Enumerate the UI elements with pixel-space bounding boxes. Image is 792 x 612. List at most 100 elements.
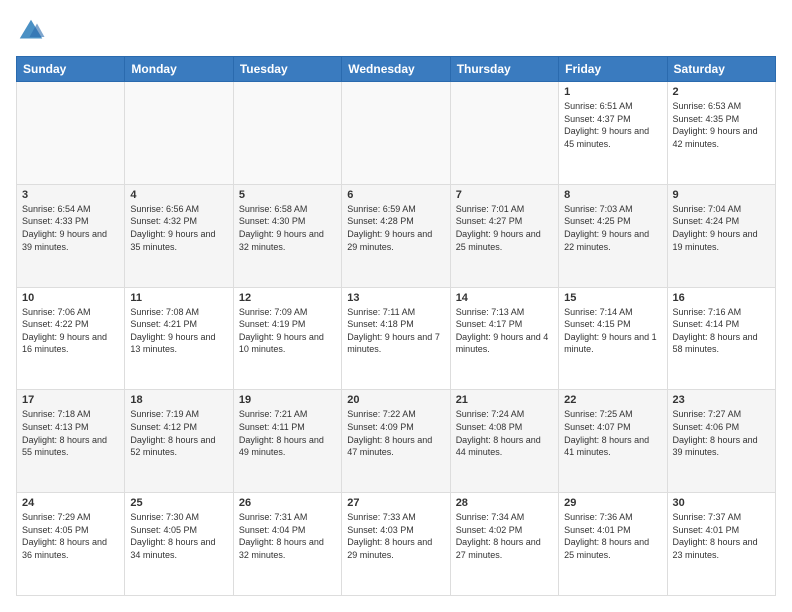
day-number: 16 [673,292,770,304]
calendar-cell: 16 Sunrise: 7:16 AM Sunset: 4:14 PM Dayli… [667,287,775,390]
calendar-cell: 17 Sunrise: 7:18 AM Sunset: 4:13 PM Dayli… [17,390,125,493]
calendar-cell: 12 Sunrise: 7:09 AM Sunset: 4:19 PM Dayli… [233,287,341,390]
day-info: Sunrise: 7:19 AM Sunset: 4:12 PM Dayligh… [130,408,227,458]
day-number: 1 [564,86,661,98]
day-info: Sunrise: 7:06 AM Sunset: 4:22 PM Dayligh… [22,306,119,356]
day-info: Sunrise: 7:09 AM Sunset: 4:19 PM Dayligh… [239,306,336,356]
calendar-cell: 30 Sunrise: 7:37 AM Sunset: 4:01 PM Dayli… [667,493,775,596]
day-number: 15 [564,292,661,304]
day-number: 8 [564,189,661,201]
calendar-week-row: 17 Sunrise: 7:18 AM Sunset: 4:13 PM Dayli… [17,390,776,493]
day-info: Sunrise: 7:30 AM Sunset: 4:05 PM Dayligh… [130,511,227,561]
day-info: Sunrise: 6:51 AM Sunset: 4:37 PM Dayligh… [564,100,661,150]
logo [16,16,50,46]
calendar-cell: 23 Sunrise: 7:27 AM Sunset: 4:06 PM Dayli… [667,390,775,493]
day-number: 30 [673,497,770,509]
calendar-day-header: Friday [559,57,667,82]
day-number: 25 [130,497,227,509]
day-info: Sunrise: 6:53 AM Sunset: 4:35 PM Dayligh… [673,100,770,150]
calendar-cell: 9Sunrise: 7:04 AM Sunset: 4:24 PM Daylig… [667,184,775,287]
page: SundayMondayTuesdayWednesdayThursdayFrid… [0,0,792,612]
day-number: 26 [239,497,336,509]
calendar-cell: 4Sunrise: 6:56 AM Sunset: 4:32 PM Daylig… [125,184,233,287]
calendar-cell: 2 Sunrise: 6:53 AM Sunset: 4:35 PM Daylig… [667,82,775,185]
calendar-cell: 11 Sunrise: 7:08 AM Sunset: 4:21 PM Dayli… [125,287,233,390]
header [16,16,776,46]
day-number: 22 [564,394,661,406]
calendar-cell: 1 Sunrise: 6:51 AM Sunset: 4:37 PM Daylig… [559,82,667,185]
day-info: Sunrise: 6:59 AM Sunset: 4:28 PM Dayligh… [347,203,444,253]
day-number: 23 [673,394,770,406]
day-number: 7 [456,189,553,201]
day-info: Sunrise: 7:33 AM Sunset: 4:03 PM Dayligh… [347,511,444,561]
calendar-cell: 7 Sunrise: 7:01 AM Sunset: 4:27 PM Daylig… [450,184,558,287]
day-info: Sunrise: 7:36 AM Sunset: 4:01 PM Dayligh… [564,511,661,561]
calendar-cell: 25 Sunrise: 7:30 AM Sunset: 4:05 PM Dayli… [125,493,233,596]
calendar-cell: 26 Sunrise: 7:31 AM Sunset: 4:04 PM Dayli… [233,493,341,596]
calendar-cell: 14 Sunrise: 7:13 AM Sunset: 4:17 PM Dayli… [450,287,558,390]
day-number: 13 [347,292,444,304]
day-info: Sunrise: 6:56 AM Sunset: 4:32 PM Dayligh… [130,203,227,253]
day-info: Sunrise: 7:24 AM Sunset: 4:08 PM Dayligh… [456,408,553,458]
calendar-cell: 6 Sunrise: 6:59 AM Sunset: 4:28 PM Daylig… [342,184,450,287]
calendar-cell: 18 Sunrise: 7:19 AM Sunset: 4:12 PM Dayli… [125,390,233,493]
calendar-week-row: 24Sunrise: 7:29 AM Sunset: 4:05 PM Dayli… [17,493,776,596]
day-number: 5 [239,189,336,201]
day-number: 14 [456,292,553,304]
day-number: 19 [239,394,336,406]
calendar-cell: 20Sunrise: 7:22 AM Sunset: 4:09 PM Dayli… [342,390,450,493]
calendar-cell: 15 Sunrise: 7:14 AM Sunset: 4:15 PM Dayli… [559,287,667,390]
day-info: Sunrise: 7:16 AM Sunset: 4:14 PM Dayligh… [673,306,770,356]
calendar-table: SundayMondayTuesdayWednesdayThursdayFrid… [16,56,776,596]
calendar-day-header: Thursday [450,57,558,82]
calendar-cell: 21 Sunrise: 7:24 AM Sunset: 4:08 PM Dayli… [450,390,558,493]
calendar-cell: 19 Sunrise: 7:21 AM Sunset: 4:11 PM Dayli… [233,390,341,493]
day-info: Sunrise: 7:13 AM Sunset: 4:17 PM Dayligh… [456,306,553,356]
day-info: Sunrise: 7:21 AM Sunset: 4:11 PM Dayligh… [239,408,336,458]
day-info: Sunrise: 7:34 AM Sunset: 4:02 PM Dayligh… [456,511,553,561]
calendar-cell: 28 Sunrise: 7:34 AM Sunset: 4:02 PM Dayli… [450,493,558,596]
day-number: 10 [22,292,119,304]
day-info: Sunrise: 7:08 AM Sunset: 4:21 PM Dayligh… [130,306,227,356]
calendar-cell [233,82,341,185]
day-number: 6 [347,189,444,201]
calendar-week-row: 1 Sunrise: 6:51 AM Sunset: 4:37 PM Daylig… [17,82,776,185]
calendar-cell: 5 Sunrise: 6:58 AM Sunset: 4:30 PM Daylig… [233,184,341,287]
day-number: 28 [456,497,553,509]
day-info: Sunrise: 7:14 AM Sunset: 4:15 PM Dayligh… [564,306,661,356]
logo-icon [16,16,46,46]
day-number: 12 [239,292,336,304]
day-info: Sunrise: 7:31 AM Sunset: 4:04 PM Dayligh… [239,511,336,561]
day-info: Sunrise: 6:58 AM Sunset: 4:30 PM Dayligh… [239,203,336,253]
calendar-day-header: Saturday [667,57,775,82]
day-info: Sunrise: 7:22 AM Sunset: 4:09 PM Dayligh… [347,408,444,458]
day-info: Sunrise: 7:11 AM Sunset: 4:18 PM Dayligh… [347,306,444,356]
day-number: 2 [673,86,770,98]
calendar-day-header: Tuesday [233,57,341,82]
day-number: 17 [22,394,119,406]
calendar-cell: 8Sunrise: 7:03 AM Sunset: 4:25 PM Daylig… [559,184,667,287]
calendar-cell: 10 Sunrise: 7:06 AM Sunset: 4:22 PM Dayli… [17,287,125,390]
day-info: Sunrise: 7:27 AM Sunset: 4:06 PM Dayligh… [673,408,770,458]
day-number: 18 [130,394,227,406]
calendar-cell: 29Sunrise: 7:36 AM Sunset: 4:01 PM Dayli… [559,493,667,596]
day-info: Sunrise: 7:25 AM Sunset: 4:07 PM Dayligh… [564,408,661,458]
day-number: 21 [456,394,553,406]
day-info: Sunrise: 7:01 AM Sunset: 4:27 PM Dayligh… [456,203,553,253]
day-number: 3 [22,189,119,201]
calendar-day-header: Monday [125,57,233,82]
calendar-day-header: Wednesday [342,57,450,82]
calendar-cell [342,82,450,185]
calendar-cell [17,82,125,185]
calendar-cell [450,82,558,185]
calendar-cell: 3Sunrise: 6:54 AM Sunset: 4:33 PM Daylig… [17,184,125,287]
day-info: Sunrise: 7:29 AM Sunset: 4:05 PM Dayligh… [22,511,119,561]
day-number: 11 [130,292,227,304]
day-info: Sunrise: 7:37 AM Sunset: 4:01 PM Dayligh… [673,511,770,561]
day-info: Sunrise: 7:18 AM Sunset: 4:13 PM Dayligh… [22,408,119,458]
day-number: 9 [673,189,770,201]
calendar-cell: 27Sunrise: 7:33 AM Sunset: 4:03 PM Dayli… [342,493,450,596]
calendar-day-header: Sunday [17,57,125,82]
calendar-cell [125,82,233,185]
calendar-header-row: SundayMondayTuesdayWednesdayThursdayFrid… [17,57,776,82]
